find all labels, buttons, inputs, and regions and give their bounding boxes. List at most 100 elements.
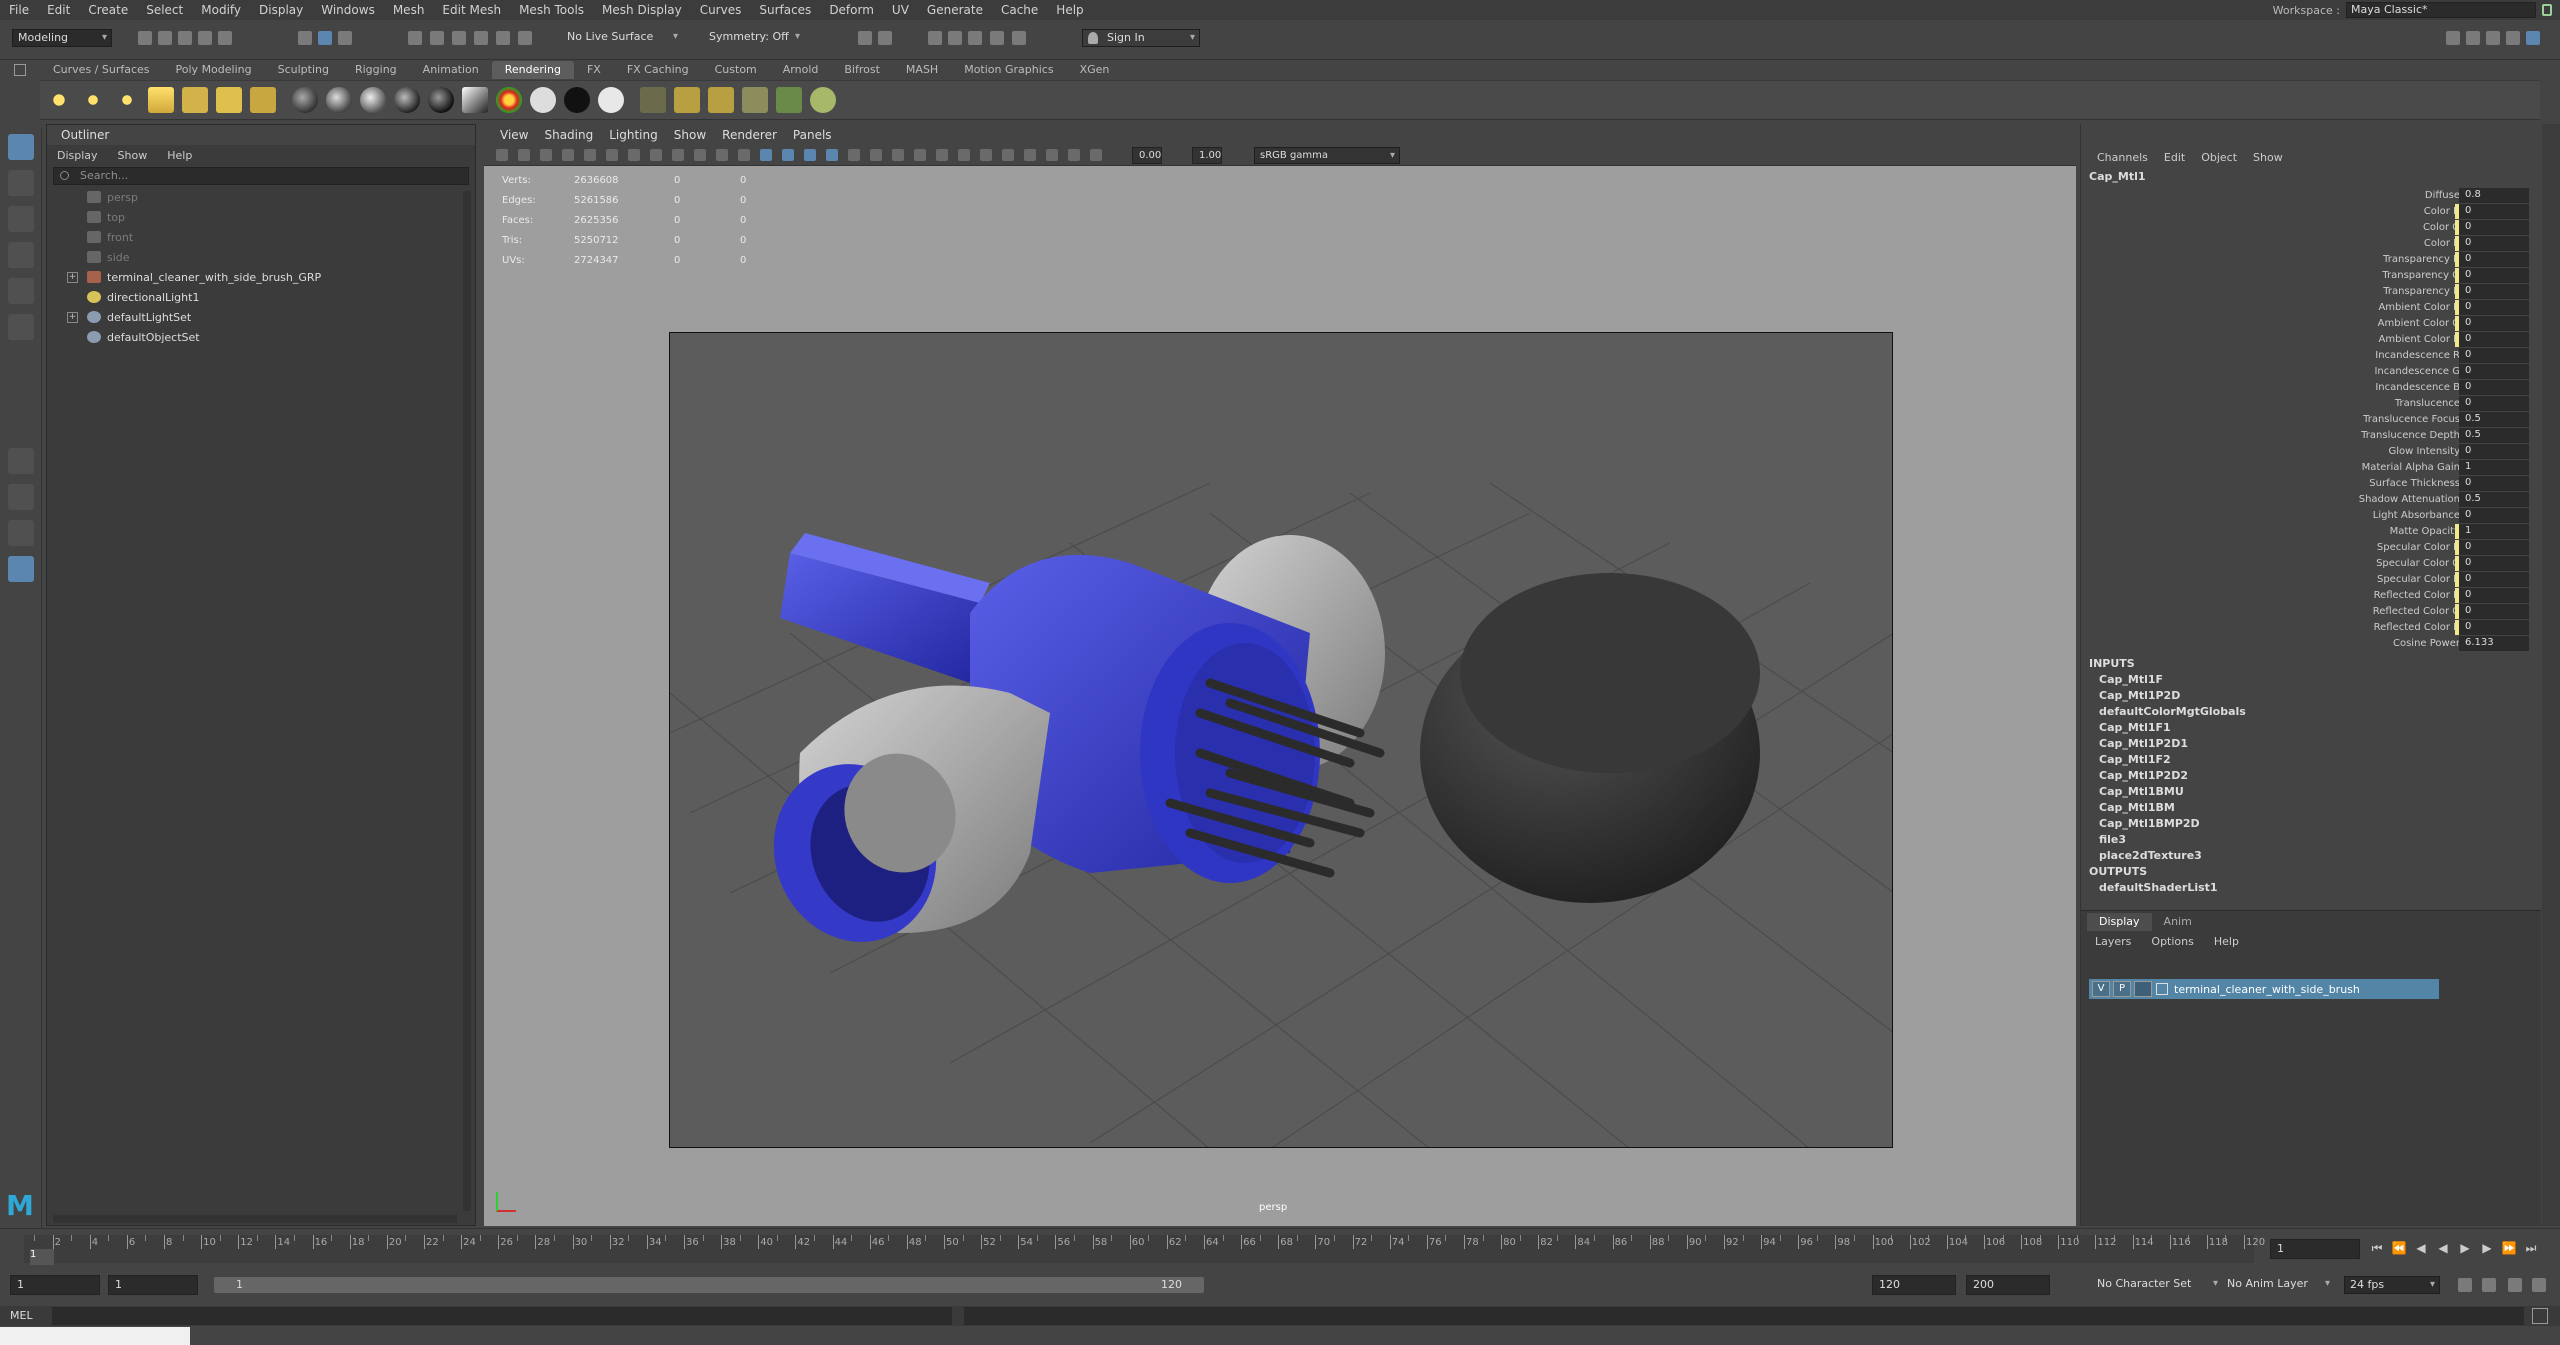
attribute-row[interactable]: Transparency R0 xyxy=(2081,252,2540,268)
attribute-value[interactable]: 1 xyxy=(2459,460,2529,475)
character-set-dropdown[interactable]: No Character Set xyxy=(2092,1276,2222,1294)
volume-light-icon[interactable] xyxy=(182,87,208,113)
shelf-tab-animation[interactable]: Animation xyxy=(410,61,492,79)
attribute-value[interactable]: 0 xyxy=(2459,588,2529,603)
play-back-icon[interactable]: ◀ xyxy=(2434,1239,2452,1257)
grid-icon[interactable] xyxy=(606,149,618,161)
new-scene-icon[interactable] xyxy=(138,31,152,45)
viewport-menu-view[interactable]: View xyxy=(492,128,536,142)
render-frame-icon[interactable] xyxy=(878,31,892,45)
gate-mask-icon[interactable] xyxy=(672,149,684,161)
ipr-icon[interactable] xyxy=(708,87,734,113)
outliner-menu-help[interactable]: Help xyxy=(157,149,202,162)
outliner-item[interactable]: top xyxy=(47,207,475,227)
select-tool-icon[interactable] xyxy=(8,134,34,160)
attribute-value[interactable]: 0.5 xyxy=(2459,492,2529,507)
attribute-value[interactable]: 0 xyxy=(2459,620,2529,635)
save-scene-icon[interactable] xyxy=(178,31,192,45)
shelf-settings-icon[interactable] xyxy=(14,64,26,76)
attribute-value[interactable]: 0.5 xyxy=(2459,412,2529,427)
ambient-occlusion-icon[interactable] xyxy=(892,149,904,161)
outliner-search[interactable]: Search... xyxy=(53,167,469,185)
start-time-field[interactable]: 1 xyxy=(10,1275,100,1295)
snap-curve-icon[interactable] xyxy=(430,31,444,45)
attribute-row[interactable]: Cosine Power 6.133 xyxy=(2081,636,2540,652)
point-light-icon[interactable] xyxy=(80,87,106,113)
step-back-icon[interactable]: ◀ xyxy=(2412,1239,2430,1257)
outliner-item[interactable]: defaultObjectSet xyxy=(47,327,475,347)
shelf-tab-fx-caching[interactable]: FX Caching xyxy=(614,61,702,79)
outliner-item[interactable]: front xyxy=(47,227,475,247)
outliner-layout-icon[interactable] xyxy=(8,556,34,582)
layer-tab-display[interactable]: Display xyxy=(2087,913,2152,931)
outliner-item[interactable]: + defaultLightSet xyxy=(47,307,475,327)
lock-icon[interactable] xyxy=(2542,4,2552,16)
anim-layer-dropdown[interactable]: No Anim Layer xyxy=(2222,1276,2334,1294)
attribute-value[interactable]: 0 xyxy=(2459,364,2529,379)
film-gate-icon[interactable] xyxy=(628,149,640,161)
open-scene-icon[interactable] xyxy=(158,31,172,45)
attribute-row[interactable]: Transparency G0 xyxy=(2081,268,2540,284)
outliner-item[interactable]: directionalLight1 xyxy=(47,287,475,307)
viewport-menu-panels[interactable]: Panels xyxy=(785,128,840,142)
tool-settings-icon[interactable] xyxy=(2486,31,2500,45)
viewport-menu-lighting[interactable]: Lighting xyxy=(601,128,666,142)
input-node[interactable]: Cap_Mtl1BM xyxy=(2081,800,2540,816)
redo-icon[interactable] xyxy=(218,31,232,45)
menu-select[interactable]: Select xyxy=(137,3,192,17)
snap-view-icon[interactable] xyxy=(474,31,488,45)
depth-of-field-icon[interactable] xyxy=(958,149,970,161)
render-target-icon[interactable] xyxy=(810,87,836,113)
current-frame-marker[interactable]: 1 xyxy=(30,1249,54,1265)
select-hierarchy-icon[interactable] xyxy=(298,31,312,45)
attribute-value[interactable]: 0 xyxy=(2459,268,2529,283)
attribute-row[interactable]: Specular Color G0 xyxy=(2081,556,2540,572)
snap-vertex-icon[interactable] xyxy=(518,31,532,45)
channel-menu-edit[interactable]: Edit xyxy=(2156,151,2193,164)
pause-icon[interactable] xyxy=(1012,31,1026,45)
input-node[interactable]: Cap_Mtl1BMU xyxy=(2081,784,2540,800)
black-sphere-icon[interactable] xyxy=(564,87,590,113)
image-plane-icon[interactable] xyxy=(584,149,596,161)
channel-menu-channels[interactable]: Channels xyxy=(2089,151,2156,164)
menu-help[interactable]: Help xyxy=(1047,3,1092,17)
snap-point-icon[interactable] xyxy=(452,31,466,45)
attribute-value[interactable]: 0 xyxy=(2459,556,2529,571)
scale-tool-icon[interactable] xyxy=(8,314,34,340)
layer-visibility-toggle[interactable]: V xyxy=(2092,981,2110,997)
four-view-icon[interactable] xyxy=(8,484,34,510)
default-material-icon[interactable] xyxy=(804,149,816,161)
channel-menu-object[interactable]: Object xyxy=(2193,151,2245,164)
attribute-value[interactable]: 6.133 xyxy=(2459,636,2529,651)
sun-light-icon[interactable] xyxy=(46,87,72,113)
safe-title-icon[interactable] xyxy=(738,149,750,161)
field-chart-icon[interactable] xyxy=(694,149,706,161)
shelf-tab-xgen[interactable]: XGen xyxy=(1067,61,1123,79)
select-object-icon[interactable] xyxy=(318,31,332,45)
attribute-row[interactable]: Reflected Color B0 xyxy=(2081,620,2540,636)
sign-in-dropdown[interactable]: Sign In xyxy=(1082,29,1200,47)
layer-playback-toggle[interactable]: P xyxy=(2113,981,2131,997)
modeling-toolkit-icon[interactable] xyxy=(2446,31,2460,45)
menu-mesh-tools[interactable]: Mesh Tools xyxy=(510,3,593,17)
xray-joints-icon[interactable] xyxy=(1024,149,1036,161)
attribute-row[interactable]: Light Absorbance 0 xyxy=(2081,508,2540,524)
mel-input[interactable] xyxy=(52,1307,952,1325)
attribute-row[interactable]: Reflected Color G0 xyxy=(2081,604,2540,620)
single-view-icon[interactable] xyxy=(8,448,34,474)
phong-sphere-icon[interactable] xyxy=(360,87,386,113)
batch-render-icon[interactable] xyxy=(742,87,768,113)
menu-file[interactable]: File xyxy=(0,3,38,17)
color-sphere-icon[interactable] xyxy=(496,87,522,113)
layer-menu-options[interactable]: Options xyxy=(2141,935,2203,948)
light-link-icon[interactable] xyxy=(250,87,276,113)
menu-uv[interactable]: UV xyxy=(883,3,918,17)
attribute-row[interactable]: Translucence Focus 0.5 xyxy=(2081,412,2540,428)
exposure-icon[interactable] xyxy=(1068,149,1080,161)
end-time-field[interactable]: 200 xyxy=(1966,1275,2050,1295)
attribute-value[interactable]: 0.8 xyxy=(2459,188,2529,203)
outliner-menu-show[interactable]: Show xyxy=(108,149,158,162)
attribute-value[interactable]: 0 xyxy=(2459,284,2529,299)
attribute-row[interactable]: Ambient Color B0 xyxy=(2081,332,2540,348)
grey-sphere-icon[interactable] xyxy=(598,87,624,113)
